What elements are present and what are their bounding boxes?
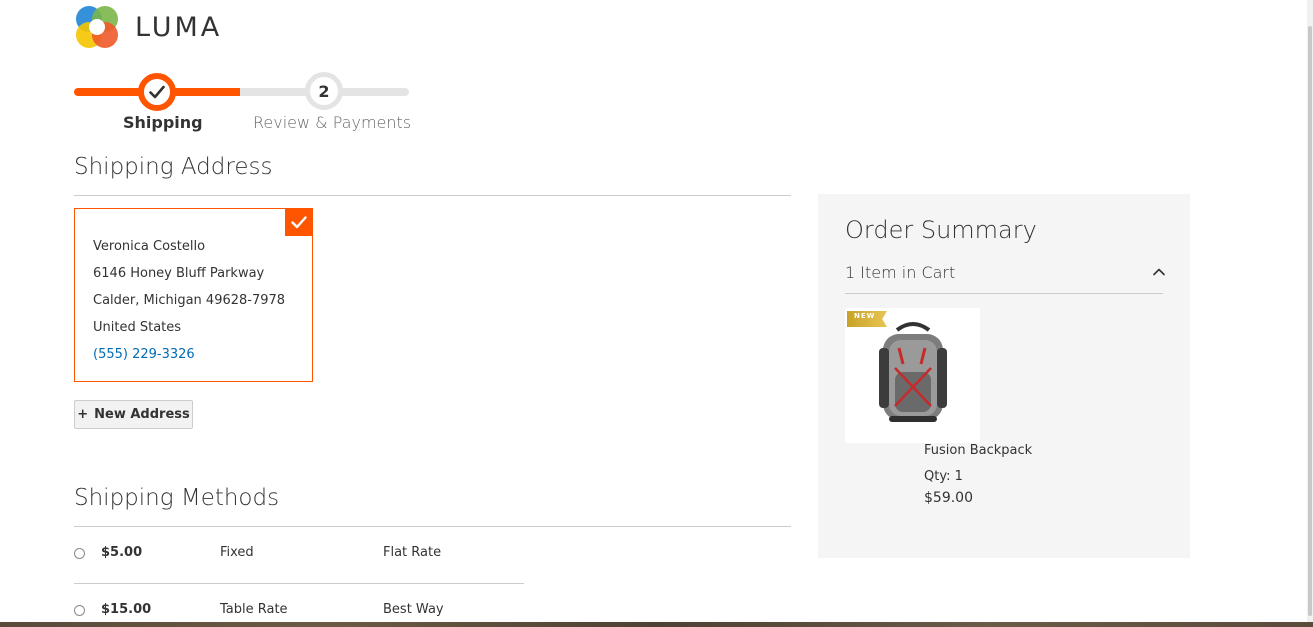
step-shipping-label[interactable]: Shipping [123,113,203,132]
address-street: 6146 Honey Bluff Parkway [93,266,265,281]
shipping-method-radio[interactable] [74,605,85,616]
step-number: 2 [318,81,330,101]
brand-name: LUMA [135,11,223,43]
row-divider [74,583,524,584]
address-name: Veronica Costello [93,239,206,254]
shipping-method-title: Fixed [220,545,254,560]
product-name: Fusion Backpack [924,443,1033,458]
shipping-method-price: $15.00 [101,602,152,617]
shipping-method-row[interactable]: $5.00 Fixed Flat Rate [74,545,524,565]
step-shipping-marker[interactable] [138,73,176,111]
shipping-method-title: Table Rate [220,602,288,617]
shipping-method-row[interactable]: $15.00 Table Rate Best Way [74,602,524,622]
address-phone-link[interactable]: (555) 229-3326 [93,341,312,368]
product-qty: Qty: 1 [924,469,963,484]
section-divider [74,526,791,527]
shipping-address-card[interactable]: Veronica Costello 6146 Honey Bluff Parkw… [74,208,313,382]
order-summary-title: Order Summary [845,216,1037,244]
product-image: NEW [845,308,980,443]
section-divider [74,195,791,196]
luma-logo-icon [74,4,120,50]
checkmark-icon [149,85,165,99]
shipping-method-price: $5.00 [101,545,143,560]
shipping-methods-title: Shipping Methods [74,485,280,511]
plus-icon: + [77,407,89,422]
summary-divider [845,293,1163,294]
chevron-up-icon[interactable] [1152,264,1166,278]
address-country: United States [93,320,182,335]
new-address-label: New Address [94,407,190,422]
shipping-carrier-title: Flat Rate [383,545,442,560]
new-badge: NEW [847,311,887,327]
items-in-cart-toggle[interactable]: 1 Item in Cart [845,263,955,282]
shipping-address-title: Shipping Address [74,154,273,180]
product-price: $59.00 [924,490,973,506]
shipping-carrier-title: Best Way [383,602,444,617]
new-address-button[interactable]: + New Address [74,400,193,429]
step-review-marker[interactable]: 2 [305,72,343,110]
address-city: Calder, Michigan 49628-7978 [93,293,286,308]
desktop-background-strip [0,622,1313,627]
selected-check-icon [285,208,313,236]
scrollbar-thumb[interactable] [1308,26,1312,616]
shipping-method-radio[interactable] [74,548,85,559]
checkout-progress-bar: 2 Shipping Review & Payments [74,70,411,134]
vertical-scrollbar[interactable] [1307,0,1313,627]
step-review-label[interactable]: Review & Payments [253,113,411,132]
backpack-icon [879,322,947,422]
order-summary-panel: Order Summary 1 Item in Cart NEW Fusion … [818,194,1190,558]
luma-logo[interactable]: LUMA [74,4,222,50]
